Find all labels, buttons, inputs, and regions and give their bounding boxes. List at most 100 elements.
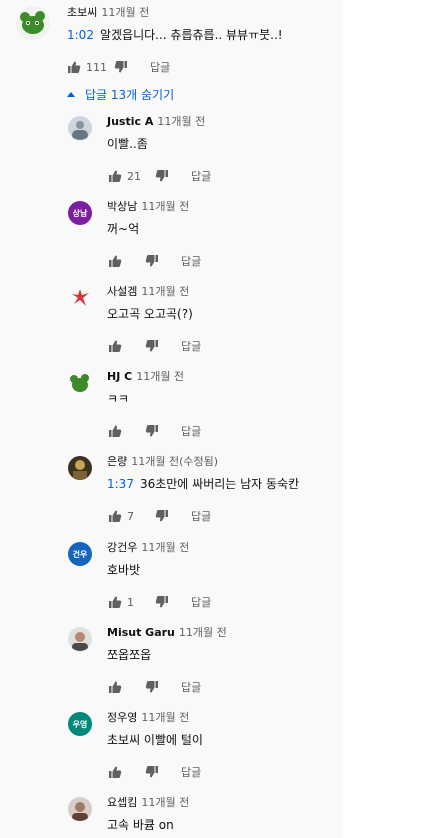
dislike-icon[interactable] — [155, 169, 169, 183]
reply-time[interactable]: 11개월 전 — [141, 541, 189, 554]
like-count: 111 — [86, 60, 107, 74]
reply-time[interactable]: 11개월 전 — [141, 200, 189, 213]
like-icon[interactable] — [108, 765, 122, 779]
like-icon[interactable] — [108, 339, 122, 353]
reply-body: 오고곡 오고곡(?) — [107, 307, 193, 321]
reply-button[interactable]: 답글 — [191, 168, 211, 184]
like-count: 7 — [127, 509, 134, 523]
reply-body: ㅋㅋ — [107, 392, 130, 406]
reply-actions: 답글 — [108, 679, 201, 695]
reply-text: 꺼~억 — [107, 221, 139, 237]
avatar[interactable] — [68, 371, 92, 395]
avatar[interactable] — [68, 456, 92, 480]
reply-body: 꺼~억 — [107, 222, 140, 236]
dislike-icon[interactable] — [155, 595, 169, 609]
reply-button[interactable]: 답글 — [181, 764, 201, 780]
reply-body: 이빨..좀 — [107, 137, 148, 151]
reply-text: 호바밧 — [107, 562, 140, 578]
timestamp-link[interactable]: 1:37 — [107, 477, 134, 491]
author-name[interactable]: 초보씨 — [67, 6, 97, 19]
reply-body: 쪼옵쪼옵 — [107, 648, 152, 662]
reply-time[interactable]: 11개월 전 — [136, 370, 184, 383]
reply-header: 사설겜 11개월 전 — [107, 285, 189, 299]
reply-text: 고속 바큠 on — [107, 817, 174, 833]
reply-header: 강건우 11개월 전 — [107, 541, 189, 555]
dislike-icon[interactable] — [145, 680, 159, 694]
author-name[interactable]: Justic A — [107, 115, 153, 128]
avatar[interactable] — [68, 286, 92, 310]
reply-text: 쪼옵쪼옵 — [107, 647, 151, 663]
reply-header: 박상남 11개월 전 — [107, 200, 189, 214]
reply-text: 오고곡 오고곡(?) — [107, 306, 193, 322]
hide-replies-label: 답글 13개 숨기기 — [85, 88, 175, 102]
reply-header: Misut Garu 11개월 전 — [107, 626, 227, 640]
like-icon[interactable] — [108, 680, 122, 694]
reply-actions: 답글 — [108, 338, 201, 354]
reply-actions: 21 답글 — [108, 168, 211, 184]
reply-button[interactable]: 답글 — [181, 253, 201, 269]
reply-actions: 답글 — [108, 423, 201, 439]
like-icon[interactable] — [108, 509, 122, 523]
reply-button[interactable]: 답글 — [181, 338, 201, 354]
like-icon[interactable] — [108, 424, 122, 438]
hide-replies-button[interactable]: 답글 13개 숨기기 — [67, 86, 174, 103]
reply-header: 요셉킴 11개월 전 — [107, 796, 189, 810]
reply-time[interactable]: 11개월 전(수정됨) — [131, 455, 218, 468]
comment-actions: 111 답글 — [67, 59, 170, 75]
avatar[interactable] — [68, 116, 92, 140]
comment-time[interactable]: 11개월 전 — [101, 6, 149, 19]
author-name[interactable]: 정우영 — [107, 711, 137, 724]
comment-body: 알겠읍니다... 츄릅츄릅.. 뷰뷰ㅠ붓..! — [99, 28, 283, 42]
reply-time[interactable]: 11개월 전 — [157, 115, 205, 128]
reply-actions: 답글 — [108, 253, 201, 269]
avatar[interactable] — [16, 6, 50, 40]
like-icon[interactable] — [108, 595, 122, 609]
reply-button[interactable]: 답글 — [191, 594, 211, 610]
avatar[interactable]: 상남 — [68, 201, 92, 225]
reply-header: HJ C 11개월 전 — [107, 370, 184, 384]
author-name[interactable]: HJ C — [107, 370, 132, 383]
reply-actions: 7 답글 — [108, 508, 211, 524]
reply-time[interactable]: 11개월 전 — [179, 626, 227, 639]
timestamp-link[interactable]: 1:02 — [67, 28, 94, 42]
author-name[interactable]: 은량 — [107, 455, 127, 468]
dislike-icon[interactable] — [145, 339, 159, 353]
reply-time[interactable]: 11개월 전 — [141, 796, 189, 809]
reply-button[interactable]: 답글 — [181, 679, 201, 695]
avatar[interactable] — [68, 797, 92, 821]
avatar[interactable]: 건우 — [68, 542, 92, 566]
reply-body: 고속 바큠 on — [107, 818, 174, 832]
author-name[interactable]: 박상남 — [107, 200, 137, 213]
author-name[interactable]: 사설겜 — [107, 285, 137, 298]
comment-text: 1:02 알겠읍니다... 츄릅츄릅.. 뷰뷰ㅠ붓..! — [67, 27, 283, 43]
like-count: 1 — [127, 595, 134, 609]
like-icon[interactable] — [108, 254, 122, 268]
dislike-icon[interactable] — [114, 60, 128, 74]
reply-header: 정우영 11개월 전 — [107, 711, 189, 725]
reply-text: 1:37 36초만에 싸버리는 남자 동숙칸 — [107, 476, 299, 492]
avatar[interactable] — [68, 627, 92, 651]
author-name[interactable]: Misut Garu — [107, 626, 175, 639]
reply-time[interactable]: 11개월 전 — [141, 711, 189, 724]
reply-text: ㅋㅋ — [107, 391, 129, 407]
reply-button[interactable]: 답글 — [150, 59, 170, 75]
reply-header: Justic A 11개월 전 — [107, 115, 205, 129]
reply-button[interactable]: 답글 — [191, 508, 211, 524]
like-icon[interactable] — [108, 169, 122, 183]
dislike-icon[interactable] — [145, 424, 159, 438]
dislike-icon[interactable] — [145, 765, 159, 779]
reply-button[interactable]: 답글 — [181, 423, 201, 439]
author-name[interactable]: 요셉킴 — [107, 796, 137, 809]
like-count: 21 — [127, 169, 141, 183]
reply-text: 초보씨 이빨에 털이 — [107, 732, 203, 748]
comment-header: 초보씨 11개월 전 — [67, 6, 149, 20]
reply-body: 초보씨 이빨에 털이 — [107, 733, 203, 747]
caret-up-icon — [67, 92, 75, 97]
dislike-icon[interactable] — [155, 509, 169, 523]
reply-body: 36초만에 싸버리는 남자 동숙칸 — [139, 477, 300, 491]
reply-time[interactable]: 11개월 전 — [141, 285, 189, 298]
avatar[interactable]: 우영 — [68, 712, 92, 736]
dislike-icon[interactable] — [145, 254, 159, 268]
author-name[interactable]: 강건우 — [107, 541, 137, 554]
like-icon[interactable] — [67, 60, 81, 74]
